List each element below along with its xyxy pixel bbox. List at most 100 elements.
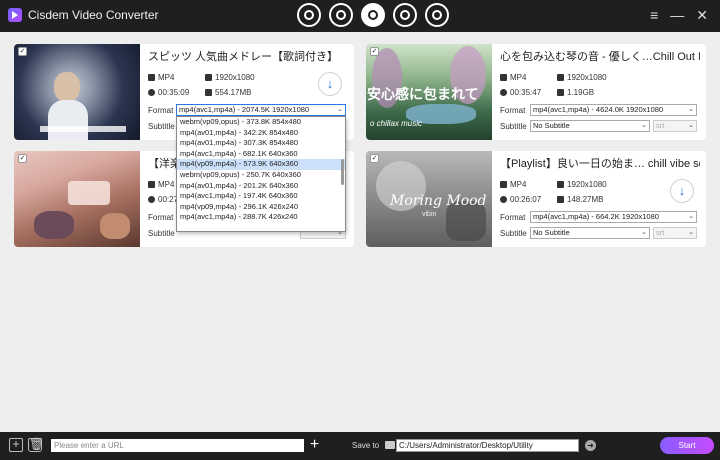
app-logo-icon	[8, 8, 22, 22]
subtitle-format-select[interactable]: srt ⌄	[653, 120, 697, 132]
storage-icon	[205, 89, 212, 96]
resolution-text: 1920x1080	[567, 73, 607, 82]
resolution: 1920x1080	[557, 73, 607, 82]
resolution: 1920x1080	[205, 73, 255, 82]
subtitle-select[interactable]: No Subtitle ⌄	[530, 227, 650, 239]
chevron-down-icon: ⌄	[641, 122, 647, 129]
duration-text: 00:35:09	[158, 88, 190, 97]
video-thumbnail	[14, 44, 140, 140]
add-url-button[interactable]: +	[308, 437, 321, 453]
select-checkbox[interactable]: ✓	[18, 154, 27, 163]
clock-icon	[500, 89, 507, 96]
chevron-down-icon: ⌄	[641, 229, 647, 236]
format-select[interactable]: mp4(avc1,mp4a) - 2074.5K 1920x1080 ⌄	[176, 104, 346, 116]
folder-icon[interactable]	[385, 441, 395, 449]
resolution: 1920x1080	[557, 180, 607, 189]
format-option[interactable]: webm(vp09,opus) - 250.7K 640x360	[177, 170, 345, 181]
format-select-value: mp4(avc1,mp4a) - 4624.0K 1920x1080	[533, 105, 664, 114]
app-title: Cisdem Video Converter	[28, 8, 159, 22]
save-path-field[interactable]: C:/Users/Administrator/Desktop/Utility	[396, 439, 579, 452]
open-folder-arrow-icon[interactable]: ➜	[585, 440, 596, 451]
format-option-highlighted[interactable]: mp4(vp09,mp4a) - 573.9K 640x360	[177, 159, 345, 170]
format-select-value: mp4(avc1,mp4a) - 2074.5K 1920x1080	[179, 105, 310, 114]
thumbnail-caption: 安心感に包まれて	[367, 87, 479, 103]
subtitle-format-value: srt	[656, 228, 665, 237]
url-input[interactable]	[51, 439, 304, 452]
subtitle-select[interactable]: No Subtitle ⌄	[530, 120, 650, 132]
video-title: 【Playlist】良い一日の始ま… chill vibe sor	[500, 158, 700, 170]
chevron-down-icon: ⌄	[688, 229, 694, 236]
format-type-text: MP4	[510, 73, 527, 82]
subtitle-format-value: srt	[656, 121, 665, 130]
subtitle-format-select[interactable]: srt ⌄	[653, 227, 697, 239]
monitor-icon	[557, 74, 564, 81]
storage-icon	[557, 196, 564, 203]
format-option[interactable]: mp4(avc1,mp4a) - 197.4K 640x360	[177, 191, 345, 202]
format-option[interactable]: mp4(avc1,mp4a) - 682.1K 640x360	[177, 149, 345, 160]
monitor-icon	[205, 74, 212, 81]
chevron-down-icon: ⌄	[688, 122, 694, 129]
menu-icon[interactable]: ≡	[650, 8, 658, 22]
video-thumbnail	[14, 151, 140, 247]
film-icon	[500, 181, 507, 188]
clock-icon	[500, 196, 507, 203]
download-button[interactable]: ↓	[318, 72, 342, 96]
close-icon[interactable]: ✕	[696, 8, 708, 22]
select-checkbox[interactable]: ✓	[18, 47, 27, 56]
clock-icon	[148, 196, 155, 203]
format-type: MP4	[148, 73, 174, 82]
format-option[interactable]: mp4(vp09,mp4a) - 296.1K 426x240	[177, 202, 345, 213]
burn-mode-icon[interactable]	[393, 3, 417, 27]
minimize-icon[interactable]: —	[670, 8, 684, 22]
chevron-down-icon: ⌄	[337, 106, 343, 113]
video-thumbnail: 安心感に包まれて o chillax music	[366, 44, 492, 140]
add-file-icon[interactable]: +	[9, 438, 23, 452]
video-title: スピッツ 人気曲メドレー【歌詞付き】	[148, 51, 339, 63]
subtitle-label: Subtitle	[148, 229, 175, 238]
format-type: MP4	[148, 180, 174, 189]
format-option[interactable]: mp4(av01,mp4a) - 307.3K 854x480	[177, 138, 345, 149]
video-title: 心を包み込む琴の音 - 優しく…Chill Out Mu	[500, 51, 700, 63]
download-button[interactable]: ↓	[670, 179, 694, 203]
format-label: Format	[148, 106, 174, 115]
trash-icon[interactable]: 🗑	[28, 438, 44, 452]
format-type-text: MP4	[510, 180, 527, 189]
dropdown-scrollbar[interactable]	[341, 159, 344, 185]
duration-text: 00:35:47	[510, 88, 542, 97]
format-select[interactable]: mp4(avc1,mp4a) - 664.2K 1920x1080 ⌄	[530, 211, 697, 223]
file-size-text: 554.17MB	[215, 88, 252, 97]
format-type-text: MP4	[158, 73, 175, 82]
chevron-down-icon: ⌄	[688, 106, 694, 113]
start-button[interactable]: Start	[660, 437, 714, 454]
thumbnail-caption: Moring Mood	[390, 193, 487, 209]
download-mode-icon[interactable]	[361, 3, 385, 27]
subtitle-select-value: No Subtitle	[533, 228, 570, 237]
duration: 00:26:07	[500, 195, 541, 204]
resolution-text: 1920x1080	[215, 73, 255, 82]
format-select-value: mp4(avc1,mp4a) - 664.2K 1920x1080	[533, 212, 659, 221]
format-option[interactable]: webm(vp09,opus) - 373.8K 854x480	[177, 117, 345, 128]
select-checkbox[interactable]: ✓	[370, 47, 379, 56]
format-option[interactable]: mp4(avc1,mp4a) - 288.7K 426x240	[177, 212, 345, 223]
rip-mode-icon[interactable]	[425, 3, 449, 27]
subtitle-label: Subtitle	[500, 122, 527, 131]
monitor-icon	[557, 181, 564, 188]
file-size: 554.17MB	[205, 88, 251, 97]
subtitle-select-value: No Subtitle	[533, 121, 570, 130]
select-checkbox[interactable]: ✓	[370, 154, 379, 163]
format-option[interactable]: mp4(av01,mp4a) - 342.2K 854x480	[177, 128, 345, 139]
thumbnail-subcaption: vibin	[422, 211, 437, 218]
format-select[interactable]: mp4(avc1,mp4a) - 4624.0K 1920x1080 ⌄	[530, 104, 697, 116]
convert-mode-icon[interactable]	[297, 3, 321, 27]
subtitle-label: Subtitle	[500, 229, 527, 238]
format-label: Format	[500, 106, 526, 115]
format-type: MP4	[500, 73, 526, 82]
film-icon	[148, 74, 155, 81]
format-option[interactable]: mp4(av01,mp4a) - 201.2K 640x360	[177, 181, 345, 192]
video-card-2: 安心感に包まれて o chillax music ✓ 心を包み込む琴の音 - 優…	[366, 44, 706, 140]
compress-mode-icon[interactable]	[329, 3, 353, 27]
duration-text: 00:26:07	[510, 195, 542, 204]
film-icon	[500, 74, 507, 81]
duration: 00:35:09	[148, 88, 189, 97]
video-card-4: Moring Mood vibin ✓ 【Playlist】良い一日の始ま… c…	[366, 151, 706, 247]
